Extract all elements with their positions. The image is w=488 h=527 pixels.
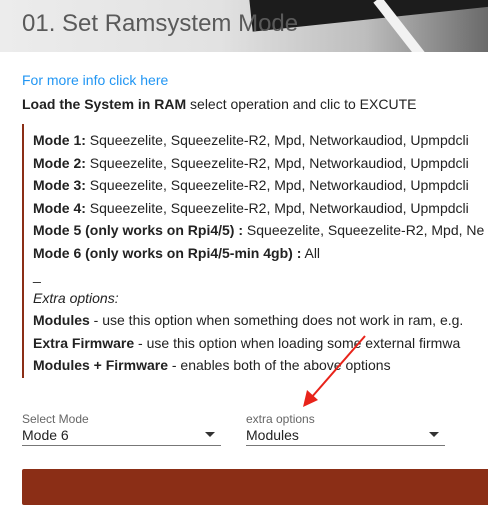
annotation-arrow-icon bbox=[303, 335, 366, 407]
